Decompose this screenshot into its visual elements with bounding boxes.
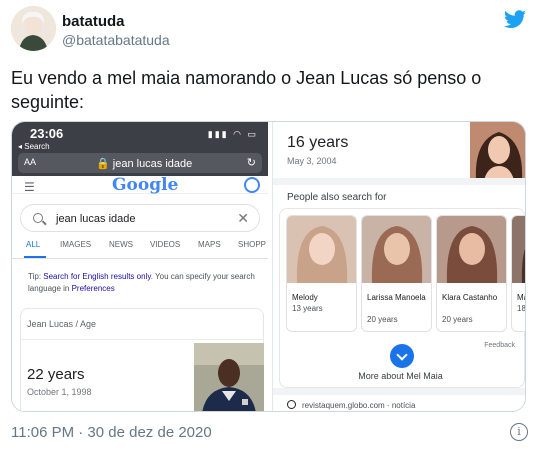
person-age: 18 y bbox=[517, 304, 526, 313]
birth-date: October 1, 1998 bbox=[27, 387, 92, 397]
back-to-search: ◂ Search bbox=[18, 142, 50, 151]
person-photo bbox=[437, 216, 506, 283]
tab-videos: VIDEOS bbox=[150, 240, 181, 249]
person-photo bbox=[470, 122, 525, 180]
signal-wifi-battery-icon: ▮▮▮ ◠ ▭ bbox=[207, 129, 258, 139]
age-value: 22 years bbox=[27, 366, 85, 383]
tweet-text: Eu vendo a mel maia namorando o Jean Luc… bbox=[11, 68, 482, 112]
language-tip: Tip: Search for English results only. Yo… bbox=[28, 272, 255, 293]
english-only-link: Search for English results only bbox=[43, 272, 151, 281]
text-size-button: AA bbox=[24, 157, 37, 167]
person-name: Mai bbox=[517, 293, 525, 302]
search-icon bbox=[33, 213, 43, 223]
age-value: 16 years bbox=[287, 134, 349, 151]
person-card: Klara Castanho 20 years bbox=[436, 215, 507, 332]
divider bbox=[273, 388, 525, 395]
clear-icon: ✕ bbox=[237, 210, 249, 226]
person-age: 13 years bbox=[292, 304, 323, 313]
tab-news: NEWS bbox=[109, 240, 133, 249]
preferences-link: Preferences bbox=[71, 284, 115, 293]
search-query: jean lucas idade bbox=[56, 213, 136, 225]
reload-icon: ↻ bbox=[246, 157, 256, 169]
person-photo bbox=[287, 216, 356, 283]
phone-screenshot: 23:06 ◂ Search ▮▮▮ ◠ ▭ AA 🔒 jean lucas i… bbox=[12, 122, 268, 411]
display-name[interactable]: batatuda bbox=[62, 13, 125, 30]
tab-maps: MAPS bbox=[198, 240, 221, 249]
search-box: jean lucas idade ✕ bbox=[20, 204, 260, 232]
account-icon bbox=[244, 177, 260, 193]
tweet: batatuda @batatabatatuda Eu vendo a mel … bbox=[0, 0, 537, 457]
people-also-search-heading: People also search for bbox=[287, 192, 387, 203]
url-text: 🔒 jean lucas idade bbox=[96, 158, 193, 170]
person-card: Mai 18 y bbox=[511, 215, 526, 332]
feedback-link: Feedback bbox=[484, 342, 515, 349]
user-handle[interactable]: @batatabatatuda bbox=[62, 32, 170, 48]
tab-images: IMAGES bbox=[60, 240, 92, 249]
person-card: Larissa Manoela 20 years bbox=[361, 215, 432, 332]
avatar[interactable] bbox=[11, 6, 56, 51]
source-icon bbox=[287, 400, 296, 409]
knowledge-panel-screenshot: 16 years May 3, 2004 People also search … bbox=[272, 122, 526, 411]
hamburger-icon: ☰ bbox=[24, 180, 35, 194]
person-name: Larissa Manoela bbox=[367, 293, 426, 302]
person-name: Melody bbox=[292, 293, 318, 302]
birth-date: May 3, 2004 bbox=[287, 156, 337, 166]
tweet-media[interactable]: 23:06 ◂ Search ▮▮▮ ◠ ▭ AA 🔒 jean lucas i… bbox=[11, 121, 526, 412]
search-tabs: ALL IMAGES NEWS VIDEOS MAPS SHOPP bbox=[12, 236, 268, 258]
twitter-bird-icon bbox=[504, 10, 526, 28]
google-logo: Google bbox=[112, 175, 178, 195]
divider bbox=[273, 178, 525, 185]
info-icon[interactable]: i bbox=[510, 423, 528, 441]
source-label: revistaquem.globo.com · notícia bbox=[302, 401, 416, 410]
news-source: revistaquem.globo.com · notícia bbox=[287, 400, 415, 410]
person-photo bbox=[362, 216, 431, 283]
google-logo-text: Google bbox=[112, 175, 179, 195]
ios-status-bar: 23:06 ◂ Search ▮▮▮ ◠ ▭ AA 🔒 jean lucas i… bbox=[12, 122, 268, 176]
breadcrumb: Jean Lucas / Age bbox=[27, 319, 97, 329]
expand-chevron-icon bbox=[390, 344, 414, 368]
tab-all: ALL bbox=[26, 240, 41, 249]
tweet-timestamp[interactable]: 11:06 PM · 30 de dez de 2020 bbox=[11, 424, 212, 441]
person-age: 20 years bbox=[367, 315, 398, 324]
person-name: Klara Castanho bbox=[442, 293, 498, 302]
divider bbox=[20, 339, 264, 340]
url-bar: AA 🔒 jean lucas idade ↻ bbox=[18, 153, 262, 173]
person-photo bbox=[512, 216, 525, 283]
clock: 23:06 bbox=[30, 126, 64, 141]
person-photo bbox=[194, 343, 264, 411]
person-age: 20 years bbox=[442, 315, 473, 324]
person-card: Melody 13 years bbox=[286, 215, 357, 332]
tab-shopping: SHOPP bbox=[238, 240, 267, 249]
more-about-label: More about Mel Maia bbox=[358, 371, 443, 381]
divider bbox=[12, 258, 268, 259]
